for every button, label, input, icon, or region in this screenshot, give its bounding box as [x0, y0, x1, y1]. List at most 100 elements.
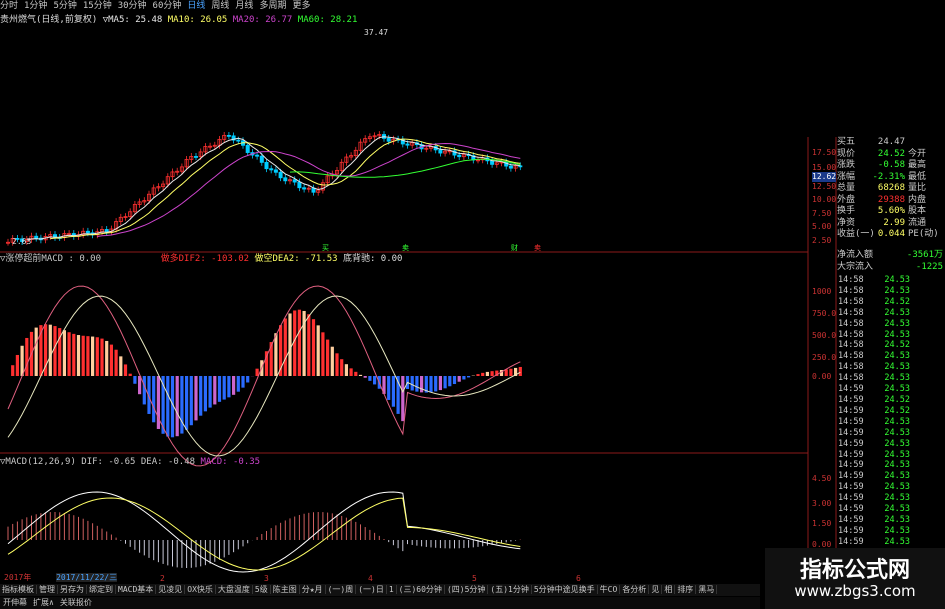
ma5-line — [26, 136, 521, 241]
macd2-legend: ▽涨停超前MACD : 0.00 做多DIF2: -103.02 做空DEA2:… — [0, 253, 402, 265]
indicator-tab-14[interactable]: (三)60分钟 — [396, 585, 445, 594]
macd2-bar — [241, 376, 245, 388]
tick-time: 14:59 — [838, 514, 864, 525]
macd2-bar — [373, 376, 377, 385]
indicator-tab-0[interactable]: 指标模板 — [0, 585, 37, 594]
indicator-tab-15[interactable]: (四)5分钟 — [444, 585, 489, 594]
macd2-tick: 500.0 — [812, 331, 837, 340]
toolbar-button-1[interactable]: 扩展∧ — [30, 598, 57, 607]
indicator-tab-20[interactable]: 见 — [649, 585, 663, 594]
macd2-bar — [415, 376, 419, 392]
quote-label2: 股本 — [908, 206, 927, 216]
indicator-tab-1[interactable]: 管理 — [37, 585, 58, 594]
indicator-tab-2[interactable]: 另存为 — [58, 585, 87, 594]
indicator-tab-19[interactable]: 各分析 — [620, 585, 650, 594]
macd2-bar — [91, 336, 95, 376]
quote-label2 — [905, 137, 908, 149]
date-strip: 2017年 2017/11/22/三 — [0, 573, 118, 583]
bottom-toolbar: 开伸幕 扩展∧ 关联报价 — [0, 597, 760, 609]
tab-7[interactable]: 周线 — [211, 1, 229, 11]
tab-8[interactable]: 月线 — [235, 1, 253, 11]
tick-price: 24.52 — [884, 340, 910, 351]
tab-5[interactable]: 60分钟 — [153, 1, 182, 11]
tab-3[interactable]: 15分钟 — [83, 1, 112, 11]
price-tick: 12.50 — [812, 182, 837, 191]
macd2-bar — [194, 376, 198, 421]
macd2-bar — [227, 376, 231, 398]
tick-row: 14:58 24.53 — [838, 373, 945, 384]
indicator-tab-9[interactable]: 陈主图 — [270, 585, 300, 594]
indicator-tab-6[interactable]: OX快乐 — [185, 585, 216, 594]
quote-row: 现价 24.52 今开 — [837, 149, 945, 161]
quote-value: 24.47 — [877, 137, 905, 147]
tick-row: 14:58 24.53 — [838, 330, 945, 341]
macd2-bar — [199, 376, 203, 416]
tab-10[interactable]: 更多 — [292, 1, 310, 11]
candle-body — [508, 165, 513, 169]
tick-price: 24.53 — [884, 318, 910, 329]
indicator-tab-4[interactable]: MACD基本 — [116, 585, 157, 594]
macd2-bar — [476, 374, 480, 376]
price-tick: 10.00 — [812, 195, 837, 204]
indicator-tab-12[interactable]: (一)日 — [356, 585, 387, 594]
macd2-bar — [509, 368, 513, 376]
indicator-tab-8[interactable]: 5级 — [252, 585, 271, 594]
candle-body — [490, 160, 495, 165]
quote-value: 24.52 — [877, 148, 905, 159]
tick-list[interactable]: 14:58 24.53 14:58 24.53 14:58 24.52 14:58 24.53… — [838, 275, 945, 580]
macd2-tick: 750.0 — [812, 309, 837, 318]
macd2-bar — [62, 330, 66, 376]
indicator-tab-7[interactable]: 大盘温度 — [215, 585, 253, 594]
net-flow-label: 净流入额 — [837, 250, 874, 260]
tab-6[interactable]: 日线 — [187, 1, 205, 11]
tick-price: 24.53 — [884, 275, 910, 285]
indicator-tab-22[interactable]: 排序 — [675, 585, 697, 594]
tick-row: 14:59 24.52 — [838, 395, 945, 406]
macd-legend: ▽MACD(12,26,9) DIF: -0.65 DEA: -0.48 MAC… — [0, 456, 260, 468]
macd2-bar — [100, 338, 104, 376]
tab-4[interactable]: 30分钟 — [118, 1, 147, 11]
candle-body — [269, 168, 274, 171]
macd2-bar — [274, 333, 278, 376]
tab-9[interactable]: 多周期 — [259, 1, 286, 11]
quote-row: 总量 68268 量比 — [837, 183, 945, 195]
tick-row: 14:58 24.53 — [838, 362, 945, 373]
candle-body — [405, 143, 410, 146]
indicator-tab-5[interactable]: 见凌见 — [156, 585, 186, 594]
indicator-tab-3[interactable]: 绑定到 — [87, 585, 116, 594]
macd2-bar — [344, 364, 348, 376]
toolbar-button-2[interactable]: 关联报价 — [57, 598, 95, 607]
kline-chart-canvas[interactable]: 买 卖 财 卖 2 3 4 5 6 — [0, 0, 945, 609]
quote-value: 0.044 — [877, 229, 905, 239]
indicator-tab-11[interactable]: (一)周 — [325, 585, 357, 594]
indicator-tab-18[interactable]: 牛CO — [597, 585, 621, 594]
indicator-tab-13[interactable]: 1 — [386, 585, 397, 594]
indicator-tab-10[interactable]: 分★月 — [299, 585, 326, 594]
macd2-bar — [208, 376, 212, 408]
indicator-tab-21[interactable]: 相 — [662, 585, 676, 594]
candle-body — [273, 169, 278, 173]
tab-2[interactable]: 5分钟 — [53, 1, 76, 11]
period-tab-bar: 分时 1分钟 5分钟 15分钟 30分钟 60分钟 日线 周线 月线 多周期 更多 — [0, 0, 535, 13]
macd2-bar — [105, 340, 109, 376]
candle-body — [245, 144, 250, 153]
tick-time: 14:59 — [838, 493, 864, 504]
candle-body — [438, 149, 443, 154]
indicator-tab-23[interactable]: 黑马 — [696, 585, 718, 594]
tab-1[interactable]: 1分钟 — [24, 1, 47, 11]
tick-row: 14:58 24.52 — [838, 297, 945, 308]
indicator-tab-16[interactable]: (五)1分钟 — [488, 585, 532, 594]
tab-0[interactable]: 分时 — [0, 1, 18, 11]
macd-value: MACD: -0.35 — [200, 457, 261, 467]
tick-row: 14:59 24.53 — [838, 537, 945, 548]
macd2-bar — [321, 332, 325, 376]
toolbar-button-0[interactable]: 开伸幕 — [0, 598, 30, 607]
indicator-tab-17[interactable]: 5分钟中途见换手 — [531, 585, 598, 594]
macd2-bar — [311, 319, 316, 376]
macd2-bar — [123, 364, 128, 376]
macd2-bar — [11, 365, 15, 376]
candle-body — [302, 187, 307, 190]
macd2-bar — [20, 345, 24, 376]
candle-body — [193, 156, 198, 158]
tick-price: 24.53 — [884, 471, 910, 482]
